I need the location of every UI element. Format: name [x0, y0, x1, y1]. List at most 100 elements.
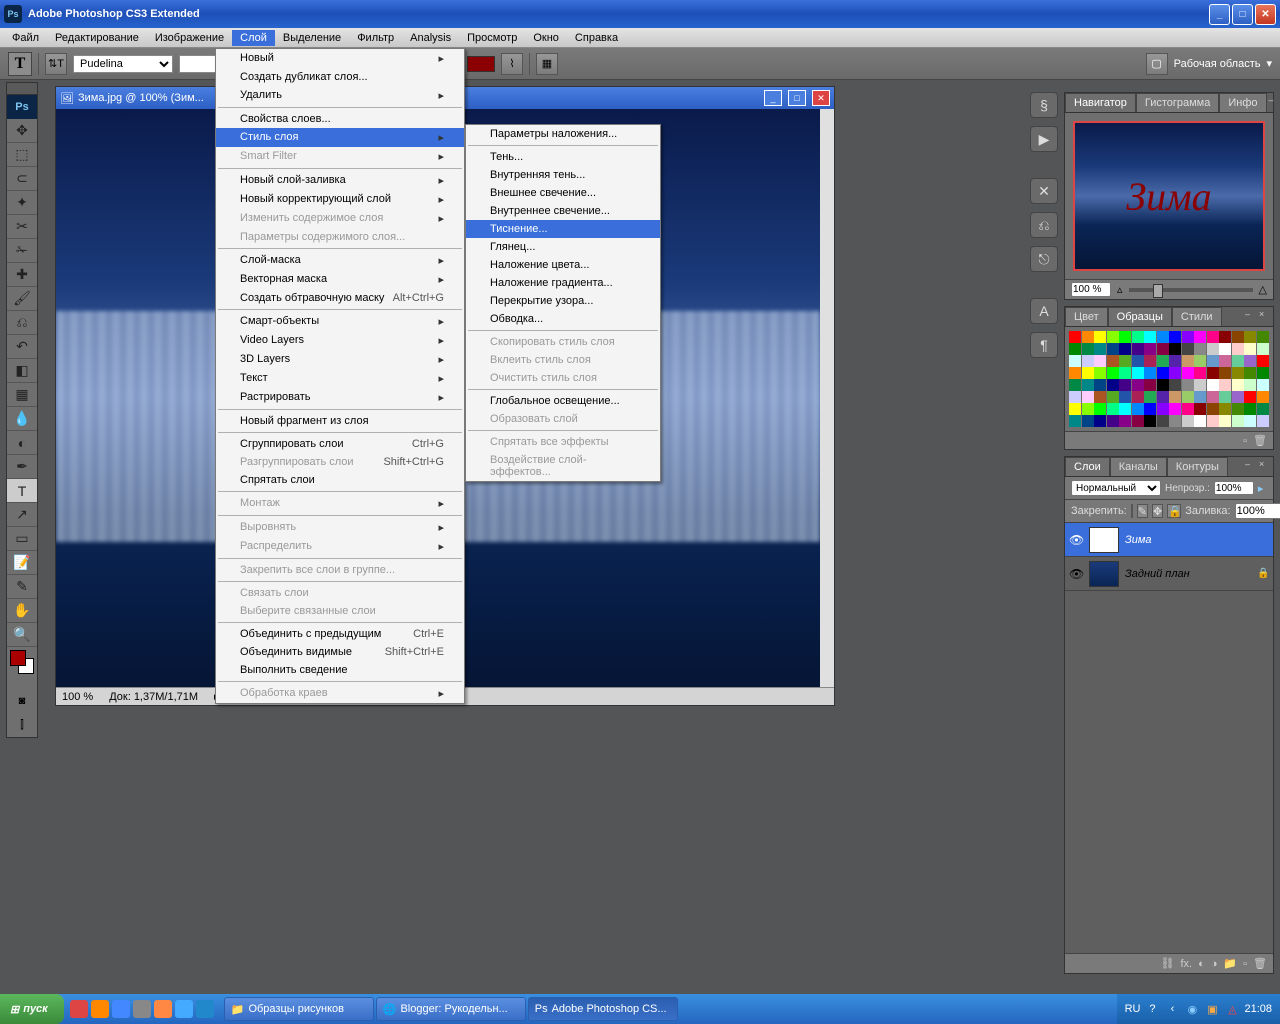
eye-icon[interactable]: 👁 — [1069, 567, 1083, 581]
menu-item[interactable]: 3D Layers▸ — [216, 350, 464, 369]
swatch[interactable] — [1207, 343, 1219, 355]
swatch[interactable] — [1257, 367, 1269, 379]
swatch[interactable] — [1094, 355, 1106, 367]
swatch[interactable] — [1119, 379, 1131, 391]
menu-item[interactable]: Новый корректирующий слой▸ — [216, 190, 464, 209]
swatch[interactable] — [1169, 367, 1181, 379]
layer-row[interactable]: 👁TЗима — [1065, 523, 1273, 557]
swatch[interactable] — [1232, 379, 1244, 391]
swatch[interactable] — [1144, 391, 1156, 403]
swatch[interactable] — [1107, 379, 1119, 391]
menu-окно[interactable]: Окно — [525, 30, 567, 46]
swatch[interactable] — [1157, 403, 1169, 415]
swatch[interactable] — [1207, 391, 1219, 403]
mask-icon[interactable]: ◐ — [1198, 958, 1205, 970]
warp-text-button[interactable]: ⌇ — [501, 53, 523, 75]
swatch[interactable] — [1232, 343, 1244, 355]
swatch[interactable] — [1107, 391, 1119, 403]
swatch[interactable] — [1069, 415, 1081, 427]
submenu-item[interactable]: Обводка... — [466, 310, 660, 328]
menu-слой[interactable]: Слой — [232, 30, 275, 46]
menu-item[interactable]: Создать дубликат слоя... — [216, 68, 464, 86]
swatch[interactable] — [1107, 343, 1119, 355]
tray-icon[interactable]: ▣ — [1204, 1001, 1220, 1017]
swatch[interactable] — [1082, 379, 1094, 391]
menu-изображение[interactable]: Изображение — [147, 30, 232, 46]
panel-tab[interactable]: Навигатор — [1065, 93, 1136, 112]
menu-item[interactable]: Новый▸ — [216, 49, 464, 68]
swatch[interactable] — [1244, 355, 1256, 367]
swatch[interactable] — [1169, 355, 1181, 367]
swatch[interactable] — [1207, 355, 1219, 367]
zoom-tool[interactable]: 🔍 — [7, 623, 37, 647]
navigator-thumb[interactable]: Зима — [1073, 121, 1265, 271]
swatch[interactable] — [1244, 391, 1256, 403]
swatch[interactable] — [1194, 391, 1206, 403]
swatch[interactable] — [1232, 367, 1244, 379]
swatch[interactable] — [1082, 331, 1094, 343]
swatch[interactable] — [1257, 415, 1269, 427]
swatch[interactable] — [1144, 367, 1156, 379]
new-swatch-icon[interactable]: ▫ — [1243, 435, 1247, 447]
swatch[interactable] — [1119, 331, 1131, 343]
move-tool[interactable]: ✥ — [7, 119, 37, 143]
collapsed-panel-2[interactable]: ▶ — [1030, 126, 1058, 152]
swatch[interactable] — [1107, 367, 1119, 379]
doc-maximize-button[interactable]: □ — [788, 90, 806, 106]
ql-item[interactable] — [133, 1000, 151, 1018]
swatch[interactable] — [1069, 403, 1081, 415]
swatch[interactable] — [1182, 391, 1194, 403]
lock-pixels-button[interactable]: ✎ — [1137, 504, 1148, 518]
swatch[interactable] — [1069, 343, 1081, 355]
panel-tab[interactable]: Инфо — [1219, 93, 1266, 112]
swatch[interactable] — [1132, 403, 1144, 415]
swatch[interactable] — [1194, 415, 1206, 427]
blend-mode-select[interactable]: Нормальный — [1071, 480, 1161, 496]
swatch[interactable] — [1144, 355, 1156, 367]
collapse-icon[interactable]: – — [1269, 95, 1280, 107]
menu-item[interactable]: Текст▸ — [216, 369, 464, 388]
swatch[interactable] — [1257, 379, 1269, 391]
swatch-grid[interactable] — [1065, 327, 1273, 431]
color-pickers[interactable] — [7, 647, 37, 689]
tray-icon[interactable]: ◉ — [1184, 1001, 1200, 1017]
eraser-tool[interactable]: ◧ — [7, 359, 37, 383]
swatch[interactable] — [1257, 403, 1269, 415]
swatch[interactable] — [1082, 403, 1094, 415]
swatch[interactable] — [1182, 379, 1194, 391]
swatch[interactable] — [1119, 367, 1131, 379]
new-layer-icon[interactable]: ▫ — [1243, 958, 1247, 970]
swatch[interactable] — [1069, 391, 1081, 403]
swatch[interactable] — [1157, 391, 1169, 403]
maximize-button[interactable]: □ — [1232, 4, 1253, 25]
type-tool[interactable]: T — [7, 479, 37, 503]
swatch[interactable] — [1194, 379, 1206, 391]
swatch[interactable] — [1232, 415, 1244, 427]
menu-файл[interactable]: Файл — [4, 30, 47, 46]
trash-icon[interactable]: 🗑 — [1253, 957, 1267, 970]
submenu-item[interactable]: Внешнее свечение... — [466, 184, 660, 202]
menu-редактирование[interactable]: Редактирование — [47, 30, 147, 46]
swatch[interactable] — [1244, 379, 1256, 391]
doc-minimize-button[interactable]: _ — [764, 90, 782, 106]
swatch[interactable] — [1207, 403, 1219, 415]
panel-tab[interactable]: Контуры — [1167, 457, 1228, 476]
swatch[interactable] — [1219, 403, 1231, 415]
layer-row[interactable]: 👁Задний план🔒 — [1065, 557, 1273, 591]
swatch[interactable] — [1169, 379, 1181, 391]
swatch[interactable] — [1194, 403, 1206, 415]
swatch[interactable] — [1094, 403, 1106, 415]
swatch[interactable] — [1219, 415, 1231, 427]
menu-item[interactable]: Объединить с предыдущимCtrl+E — [216, 625, 464, 643]
submenu-item[interactable]: Наложение градиента... — [466, 274, 660, 292]
layer-name[interactable]: Задний план — [1125, 568, 1251, 580]
menu-item[interactable]: Смарт-объекты▸ — [216, 312, 464, 331]
swatch[interactable] — [1144, 331, 1156, 343]
swatch[interactable] — [1094, 343, 1106, 355]
swatch[interactable] — [1219, 379, 1231, 391]
menu-item[interactable]: Свойства слоев... — [216, 110, 464, 128]
menu-item[interactable]: Создать обтравочную маскуAlt+Ctrl+G — [216, 289, 464, 307]
swatch[interactable] — [1194, 355, 1206, 367]
swatch[interactable] — [1144, 403, 1156, 415]
fill-input[interactable] — [1235, 503, 1280, 519]
